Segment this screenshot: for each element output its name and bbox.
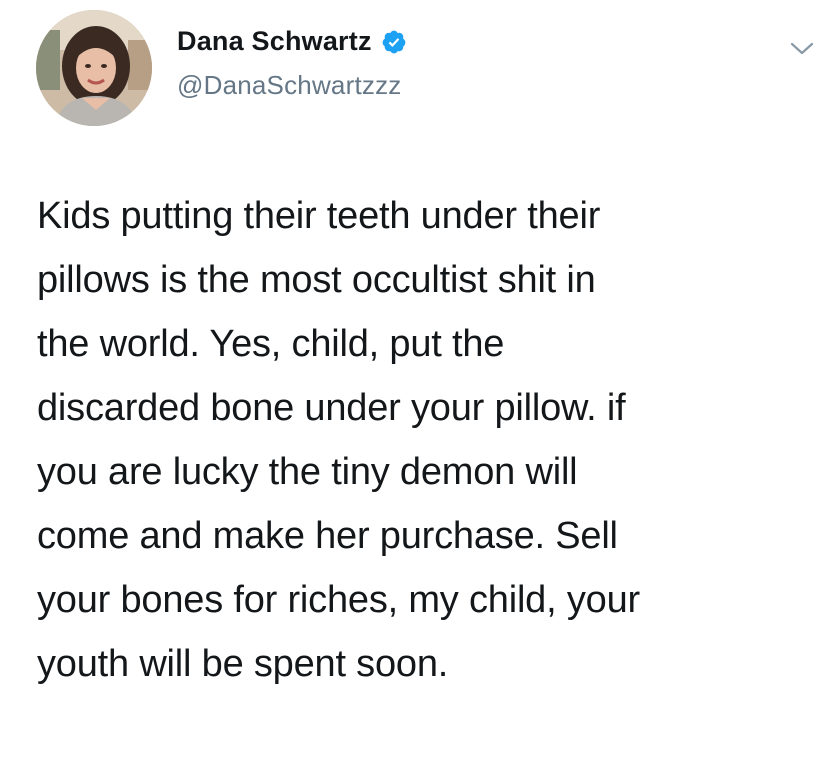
author-name-row: Dana Schwartz (177, 26, 407, 57)
avatar-photo (36, 10, 152, 126)
avatar[interactable] (36, 10, 152, 126)
tweet-text-line: youth will be spent soon. (37, 643, 449, 685)
tweet-text-line: your bones for riches, my child, your (37, 579, 640, 621)
author-handle[interactable]: @DanaSchwartzzz (177, 70, 401, 101)
tweet-card: Dana Schwartz @DanaSchwartzzz Kids putti… (0, 0, 828, 763)
tweet-text-line: pillows is the most occultist shit in (37, 259, 596, 301)
tweet-text: Kids putting their teeth under their pil… (37, 184, 807, 696)
verified-badge-icon (381, 29, 407, 55)
tweet-text-line: the world. Yes, child, put the (37, 323, 505, 365)
tweet-text-line: discarded bone under your pillow. if (37, 387, 626, 429)
chevron-down-icon[interactable] (788, 38, 816, 58)
author-display-name[interactable]: Dana Schwartz (177, 26, 372, 57)
tweet-text-line: Kids putting their teeth under their (37, 195, 601, 237)
tweet-text-line: you are lucky the tiny demon will (37, 451, 578, 493)
tweet-text-line: come and make her purchase. Sell (37, 515, 618, 557)
